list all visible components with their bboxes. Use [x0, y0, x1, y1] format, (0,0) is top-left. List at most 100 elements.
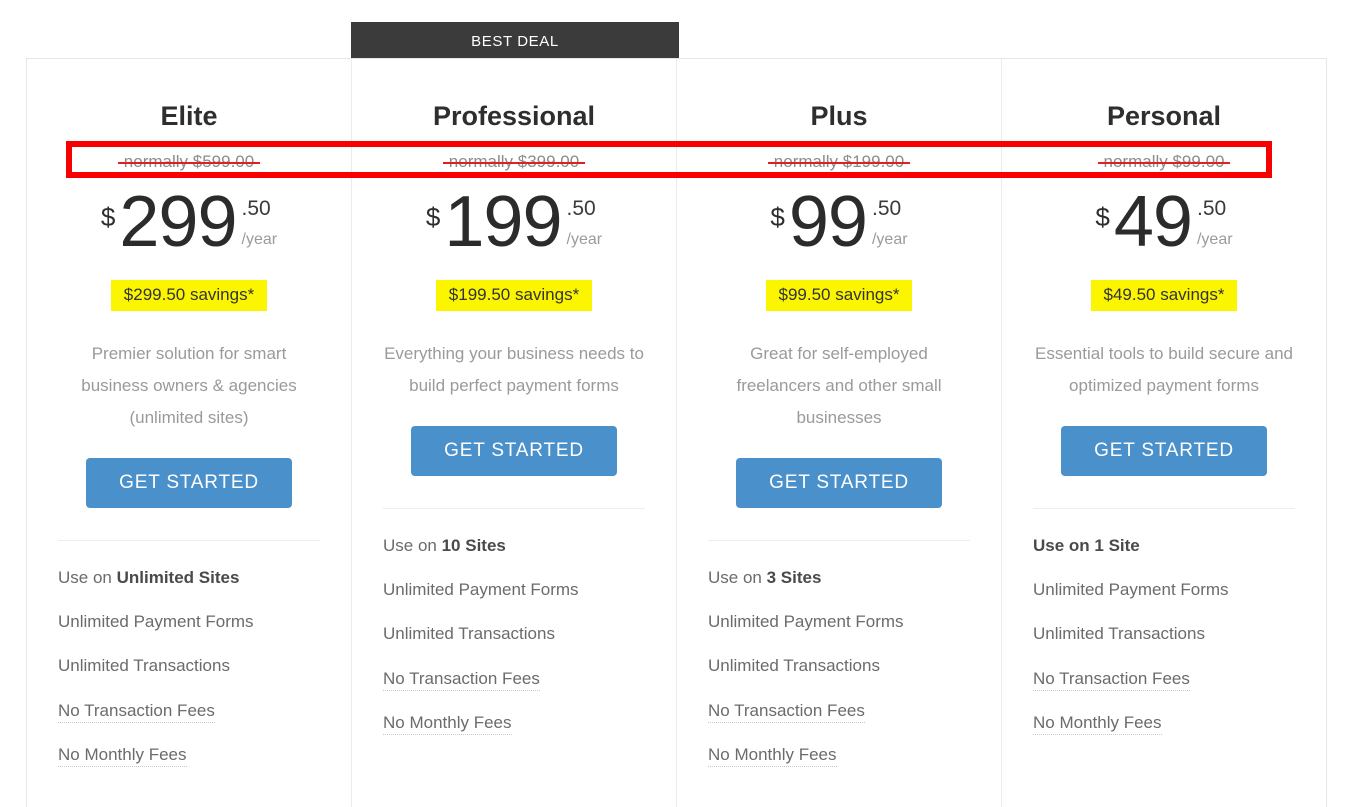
feature-item: Unlimited Transactions — [708, 656, 970, 676]
feature-text-prefix: No Monthly Fees — [58, 745, 187, 765]
plan-description: Great for self-employed freelancers and … — [736, 343, 942, 427]
feature-item: Use on Unlimited Sites — [58, 568, 320, 588]
feature-text-prefix: No Transaction Fees — [383, 668, 540, 688]
savings-badge: $199.50 savings* — [435, 280, 593, 311]
feature-divider — [58, 539, 320, 541]
feature-list: Use on 1 Site Unlimited Payment Forms Unli… — [1033, 536, 1295, 758]
plan-name: Elite — [160, 101, 218, 131]
feature-item[interactable]: No Transaction Fees — [708, 700, 970, 723]
feature-item: Unlimited Transactions — [1033, 624, 1295, 644]
cta-wrapper: GET STARTED — [411, 425, 617, 476]
feature-item[interactable]: No Transaction Fees — [58, 700, 320, 723]
plan-name: Personal — [1106, 101, 1222, 131]
feature-divider — [708, 539, 970, 541]
feature-text-prefix: No Monthly Fees — [708, 745, 837, 765]
price-integer: 299 — [119, 182, 237, 262]
price-currency-symbol: $ — [1095, 202, 1110, 232]
feature-divider — [1033, 507, 1295, 509]
feature-item[interactable]: No Monthly Fees — [58, 745, 320, 768]
get-started-button[interactable]: GET STARTED — [736, 457, 942, 508]
feature-text-prefix: Unlimited Payment Forms — [1033, 579, 1229, 599]
feature-text-emphasis: 10 Sites — [441, 535, 506, 555]
price-period: /year — [241, 231, 278, 248]
price-cents: .50 — [871, 197, 902, 220]
get-started-button[interactable]: GET STARTED — [1061, 425, 1267, 476]
normally-price: normally $399.00 — [442, 152, 586, 171]
savings-badge: $99.50 savings* — [765, 280, 913, 311]
savings-badge: $299.50 savings* — [110, 280, 268, 311]
feature-text-prefix: Unlimited Payment Forms — [383, 579, 579, 599]
feature-text: No Transaction Fees — [383, 668, 540, 691]
cta-wrapper: GET STARTED — [1061, 425, 1267, 476]
normally-price: normally $199.00 — [767, 152, 911, 171]
feature-text: Unlimited Transactions — [708, 656, 880, 675]
plan-name: Plus — [810, 101, 868, 131]
savings-badge: $49.50 savings* — [1090, 280, 1238, 311]
feature-text-prefix: No Transaction Fees — [1033, 668, 1190, 688]
feature-text-prefix: Unlimited Transactions — [58, 656, 230, 676]
feature-text: Unlimited Payment Forms — [708, 612, 904, 631]
feature-text: No Monthly Fees — [58, 745, 187, 768]
feature-text: Unlimited Transactions — [58, 656, 230, 675]
feature-text-emphasis: 3 Sites — [766, 567, 822, 587]
feature-text: Unlimited Payment Forms — [1033, 580, 1229, 599]
feature-text: No Monthly Fees — [383, 713, 512, 736]
plan-column-professional: Professional normally $399.00 $199.50/year… — [352, 59, 677, 807]
feature-item: Use on 1 Site — [1033, 536, 1295, 556]
feature-text-prefix: Unlimited Transactions — [708, 656, 880, 676]
feature-item: Unlimited Transactions — [58, 656, 320, 676]
normally-price: normally $599.00 — [117, 152, 261, 171]
feature-text: No Transaction Fees — [708, 700, 865, 723]
price-currency-symbol: $ — [100, 202, 116, 232]
best-deal-banner: BEST DEAL — [351, 22, 679, 60]
feature-text: No Monthly Fees — [1033, 713, 1162, 736]
feature-text-prefix: Unlimited Transactions — [1033, 624, 1205, 644]
feature-text-prefix: Use on — [383, 535, 442, 555]
plan-description: Essential tools to build secure and opti… — [1035, 343, 1293, 395]
feature-list: Use on Unlimited Sites Unlimited Payment … — [58, 568, 320, 790]
price-period: /year — [566, 231, 603, 248]
price-cents: .50 — [241, 197, 271, 220]
feature-text: Unlimited Transactions — [383, 624, 555, 643]
price-suffix-group: .50/year — [872, 198, 908, 248]
feature-text-prefix: Use on — [58, 567, 117, 587]
feature-text-prefix: Use on — [708, 567, 767, 587]
normally-price: normally $99.00 — [1097, 152, 1231, 171]
feature-item[interactable]: No Monthly Fees — [383, 713, 645, 736]
plan-description: Premier solution for smart business owne… — [81, 343, 297, 427]
feature-item: Unlimited Payment Forms — [1033, 580, 1295, 600]
price-suffix-group: .50/year — [242, 198, 278, 248]
get-started-button[interactable]: GET STARTED — [86, 457, 292, 508]
feature-text-prefix: No Transaction Fees — [708, 700, 865, 720]
feature-item: Unlimited Payment Forms — [383, 580, 645, 600]
cta-wrapper: GET STARTED — [86, 457, 292, 508]
price-cents: .50 — [566, 197, 596, 220]
price-currency-symbol: $ — [770, 202, 785, 232]
plan-description: Everything your business needs to build … — [384, 343, 644, 395]
feature-item[interactable]: No Monthly Fees — [1033, 713, 1295, 736]
price-period: /year — [871, 231, 908, 248]
feature-text: No Transaction Fees — [58, 700, 215, 723]
feature-text-emphasis: Unlimited Sites — [116, 567, 240, 587]
pricing-page: BEST DEAL Elite normally $599.00 $299.50/y… — [0, 0, 1350, 807]
feature-list: Use on 3 Sites Unlimited Payment Forms Unl… — [708, 568, 970, 790]
feature-text: No Monthly Fees — [708, 745, 837, 768]
feature-item[interactable]: No Transaction Fees — [383, 668, 645, 691]
feature-item[interactable]: No Transaction Fees — [1033, 668, 1295, 691]
price-suffix-group: .50/year — [1197, 198, 1233, 248]
feature-text-prefix: No Monthly Fees — [383, 713, 512, 733]
get-started-button[interactable]: GET STARTED — [411, 425, 617, 476]
feature-item: Unlimited Payment Forms — [58, 612, 320, 632]
price-period: /year — [1196, 231, 1233, 248]
feature-text: No Transaction Fees — [1033, 668, 1190, 691]
feature-text-prefix: No Monthly Fees — [1033, 713, 1162, 733]
feature-item: Unlimited Payment Forms — [708, 612, 970, 632]
feature-item[interactable]: No Monthly Fees — [708, 745, 970, 768]
price-integer: 49 — [1113, 182, 1193, 262]
price-cents: .50 — [1196, 197, 1227, 220]
feature-text: Unlimited Payment Forms — [383, 580, 579, 599]
feature-item: Use on 10 Sites — [383, 536, 645, 556]
feature-text: Unlimited Payment Forms — [58, 612, 254, 631]
price-block: $199.50/year — [426, 186, 603, 266]
feature-text-prefix: Unlimited Payment Forms — [58, 611, 254, 631]
